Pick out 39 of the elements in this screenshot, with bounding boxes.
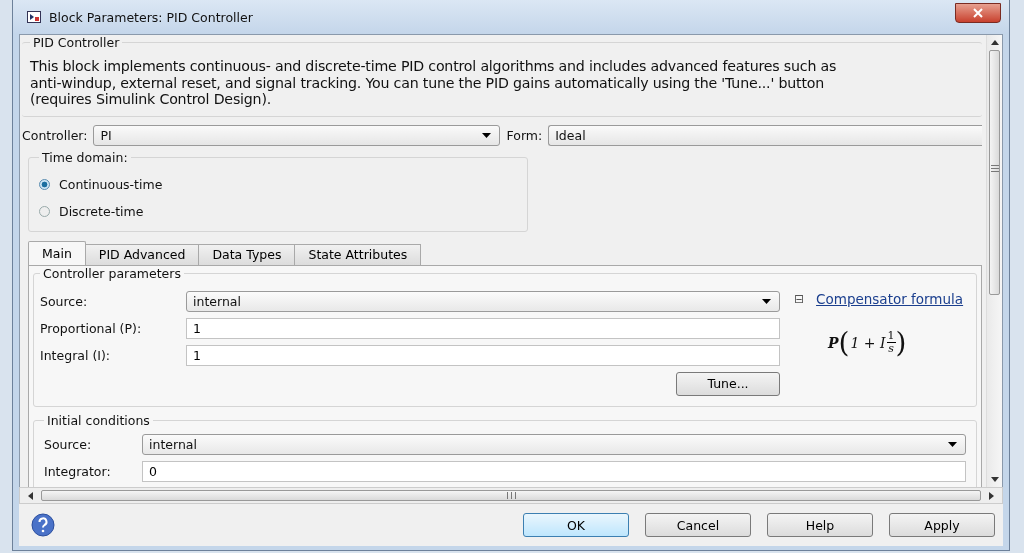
group-title: Initial conditions [46, 412, 151, 428]
source-dropdown[interactable]: internal [142, 433, 966, 455]
input-field[interactable]: 0 [142, 460, 966, 482]
form-dropdown[interactable]: Ideal [548, 124, 982, 146]
tab[interactable]: Data Types [198, 243, 296, 265]
formula-numerator: 1 [886, 329, 896, 343]
window-title: Block Parameters: PID Controller [49, 9, 253, 25]
controller-dropdown[interactable]: PI [93, 124, 501, 146]
dialog-button[interactable]: Cancel [645, 513, 751, 537]
source-dropdown[interactable]: internal [186, 290, 780, 312]
group-title: Controller parameters [42, 265, 182, 281]
formula-paren: ( [838, 328, 850, 357]
dialog-button[interactable]: Help [767, 513, 873, 537]
tab[interactable]: State Attributes [294, 243, 422, 265]
collapse-toggle[interactable]: ⊟ [794, 291, 805, 306]
radio-option[interactable]: Continuous-time [39, 170, 517, 198]
field-label: Form: [506, 127, 543, 143]
description-text: This block implements continuous- and discrete-time PID control algorithms and includes advanced features such as anti-windup, external reset, and signal tracking. You can tune the PID gains automatically using the 'Tune...' button (requires Simulink Control Design). [30, 58, 838, 108]
input-field[interactable]: 1 [186, 317, 780, 339]
field-label: Source: [44, 436, 93, 452]
field-label: Integrator: [44, 463, 112, 479]
field-label: Proportional (P): [40, 320, 143, 336]
group-title: Time domain: [41, 149, 129, 165]
input-field[interactable]: 1 [186, 344, 780, 366]
tab[interactable]: PID Advanced [84, 243, 200, 265]
tune-button[interactable]: Tune... [676, 371, 780, 396]
group-title: PID Controller [32, 35, 121, 50]
dialog-button[interactable]: Apply [889, 513, 995, 537]
dialog-button[interactable]: OK [523, 513, 629, 537]
formula-term: P [828, 334, 839, 351]
formula-term: 1 + I [849, 334, 887, 351]
tab[interactable]: Main [28, 240, 86, 265]
field-label: Source: [40, 293, 89, 309]
formula-paren: ) [895, 328, 907, 357]
field-label: Controller: [22, 127, 88, 143]
radio-option[interactable]: Discrete-time [39, 197, 517, 225]
field-label: Integral (I): [40, 347, 112, 363]
formula-denominator: s [888, 343, 894, 356]
compensator-link[interactable]: Compensator formula [816, 290, 964, 307]
